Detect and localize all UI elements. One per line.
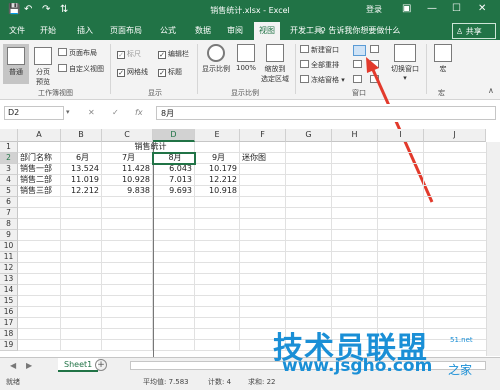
name-box-dropdown-icon[interactable]: ▾ (66, 108, 70, 116)
prev-sheet-icon[interactable]: ◀ (10, 361, 16, 370)
watermark-tail: 51.net (450, 336, 473, 344)
gridline (18, 207, 486, 208)
next-sheet-icon[interactable]: ▶ (26, 361, 32, 370)
header-cell[interactable]: 部门名称 (20, 153, 61, 164)
column-header-e[interactable]: E (195, 129, 240, 142)
sheet-tab-sheet1[interactable]: Sheet1 (58, 358, 99, 372)
status-count: 计数: 4 (208, 378, 232, 386)
formula-bar: D2 ▾ ✕ ✓ fx 8月 (0, 104, 500, 122)
row-header-16[interactable]: 16 (0, 307, 18, 318)
dept-cell[interactable]: 销售二部 (20, 175, 61, 186)
value-cell[interactable]: 12.212 (197, 175, 240, 186)
row-header-15[interactable]: 15 (0, 296, 18, 307)
status-sum: 求和: 22 (248, 378, 276, 386)
value-cell[interactable]: 10.928 (104, 175, 153, 186)
value-cell[interactable]: 10.918 (197, 186, 240, 197)
column-header-d[interactable]: D (153, 129, 195, 142)
row-header-4[interactable]: 4 (0, 175, 18, 186)
row-header-17[interactable]: 17 (0, 318, 18, 329)
row-header-14[interactable]: 14 (0, 285, 18, 296)
row-header-8[interactable]: 8 (0, 219, 18, 230)
sheet-title-cell[interactable]: 销售统计 (61, 142, 240, 153)
row-header-7[interactable]: 7 (0, 208, 18, 219)
gridline (377, 142, 378, 351)
value-cell[interactable]: 7.013 (155, 175, 195, 186)
row-header-5[interactable]: 5 (0, 186, 18, 197)
value-cell[interactable]: 6.043 (155, 164, 195, 175)
gridline (18, 229, 486, 230)
gridline (18, 251, 486, 252)
dept-cell[interactable]: 销售三部 (20, 186, 61, 197)
row-header-6[interactable]: 6 (0, 197, 18, 208)
value-cell[interactable]: 12.212 (63, 186, 102, 197)
gridline (18, 262, 486, 263)
row-header-19[interactable]: 19 (0, 340, 18, 351)
insert-function-icon[interactable]: fx (135, 108, 143, 117)
gridline (285, 142, 286, 351)
column-header-b[interactable]: B (61, 129, 102, 142)
freeze-pane-line (153, 142, 154, 357)
gridline (331, 142, 332, 351)
column-header-h[interactable]: H (332, 129, 378, 142)
header-cell[interactable]: 迷你图 (242, 153, 286, 164)
value-cell[interactable]: 9.693 (155, 186, 195, 197)
column-header-f[interactable]: F (240, 129, 286, 142)
row-header-3[interactable]: 3 (0, 164, 18, 175)
column-header-i[interactable]: I (378, 129, 424, 142)
row-header-10[interactable]: 10 (0, 241, 18, 252)
column-header-c[interactable]: C (102, 129, 153, 142)
header-cell[interactable]: 9月 (197, 153, 240, 164)
column-header-a[interactable]: A (18, 129, 61, 142)
dept-cell[interactable]: 销售一部 (20, 164, 61, 175)
enter-icon[interactable]: ✓ (112, 108, 119, 117)
row-header-9[interactable]: 9 (0, 230, 18, 241)
add-sheet-button[interactable]: + (95, 359, 107, 371)
gridline (18, 240, 486, 241)
value-cell[interactable]: 11.019 (63, 175, 102, 186)
row-header-2[interactable]: 2 (0, 153, 18, 164)
vertical-scrollbar[interactable] (486, 142, 500, 356)
gridline (18, 306, 486, 307)
value-cell[interactable]: 13.524 (63, 164, 102, 175)
watermark-tail-2: 之家 (448, 363, 473, 377)
status-ready: 就绪 (6, 378, 20, 386)
watermark-url: www.jsgho.com (282, 356, 433, 376)
row-header-18[interactable]: 18 (0, 329, 18, 340)
header-cell[interactable]: 7月 (104, 153, 153, 164)
gridline (423, 142, 424, 351)
column-header-j[interactable]: J (424, 129, 486, 142)
cancel-icon[interactable]: ✕ (88, 108, 95, 117)
status-average: 平均值: 7.583 (143, 378, 189, 386)
header-cell[interactable]: 6月 (63, 153, 102, 164)
gridline (18, 273, 486, 274)
row-header-1[interactable]: 1 (0, 142, 18, 153)
column-header-g[interactable]: G (286, 129, 332, 142)
row-header-13[interactable]: 13 (0, 274, 18, 285)
formula-input[interactable]: 8月 (156, 106, 496, 120)
value-cell[interactable]: 11.428 (104, 164, 153, 175)
select-all-corner[interactable] (0, 129, 18, 142)
row-header-11[interactable]: 11 (0, 252, 18, 263)
gridline (18, 317, 486, 318)
active-cell-d2[interactable] (152, 152, 196, 165)
row-header-12[interactable]: 12 (0, 263, 18, 274)
gridline (18, 218, 486, 219)
value-cell[interactable]: 10.179 (197, 164, 240, 175)
name-box[interactable]: D2 (4, 106, 64, 120)
gridline (18, 295, 486, 296)
gridline (18, 284, 486, 285)
value-cell[interactable]: 9.838 (104, 186, 153, 197)
